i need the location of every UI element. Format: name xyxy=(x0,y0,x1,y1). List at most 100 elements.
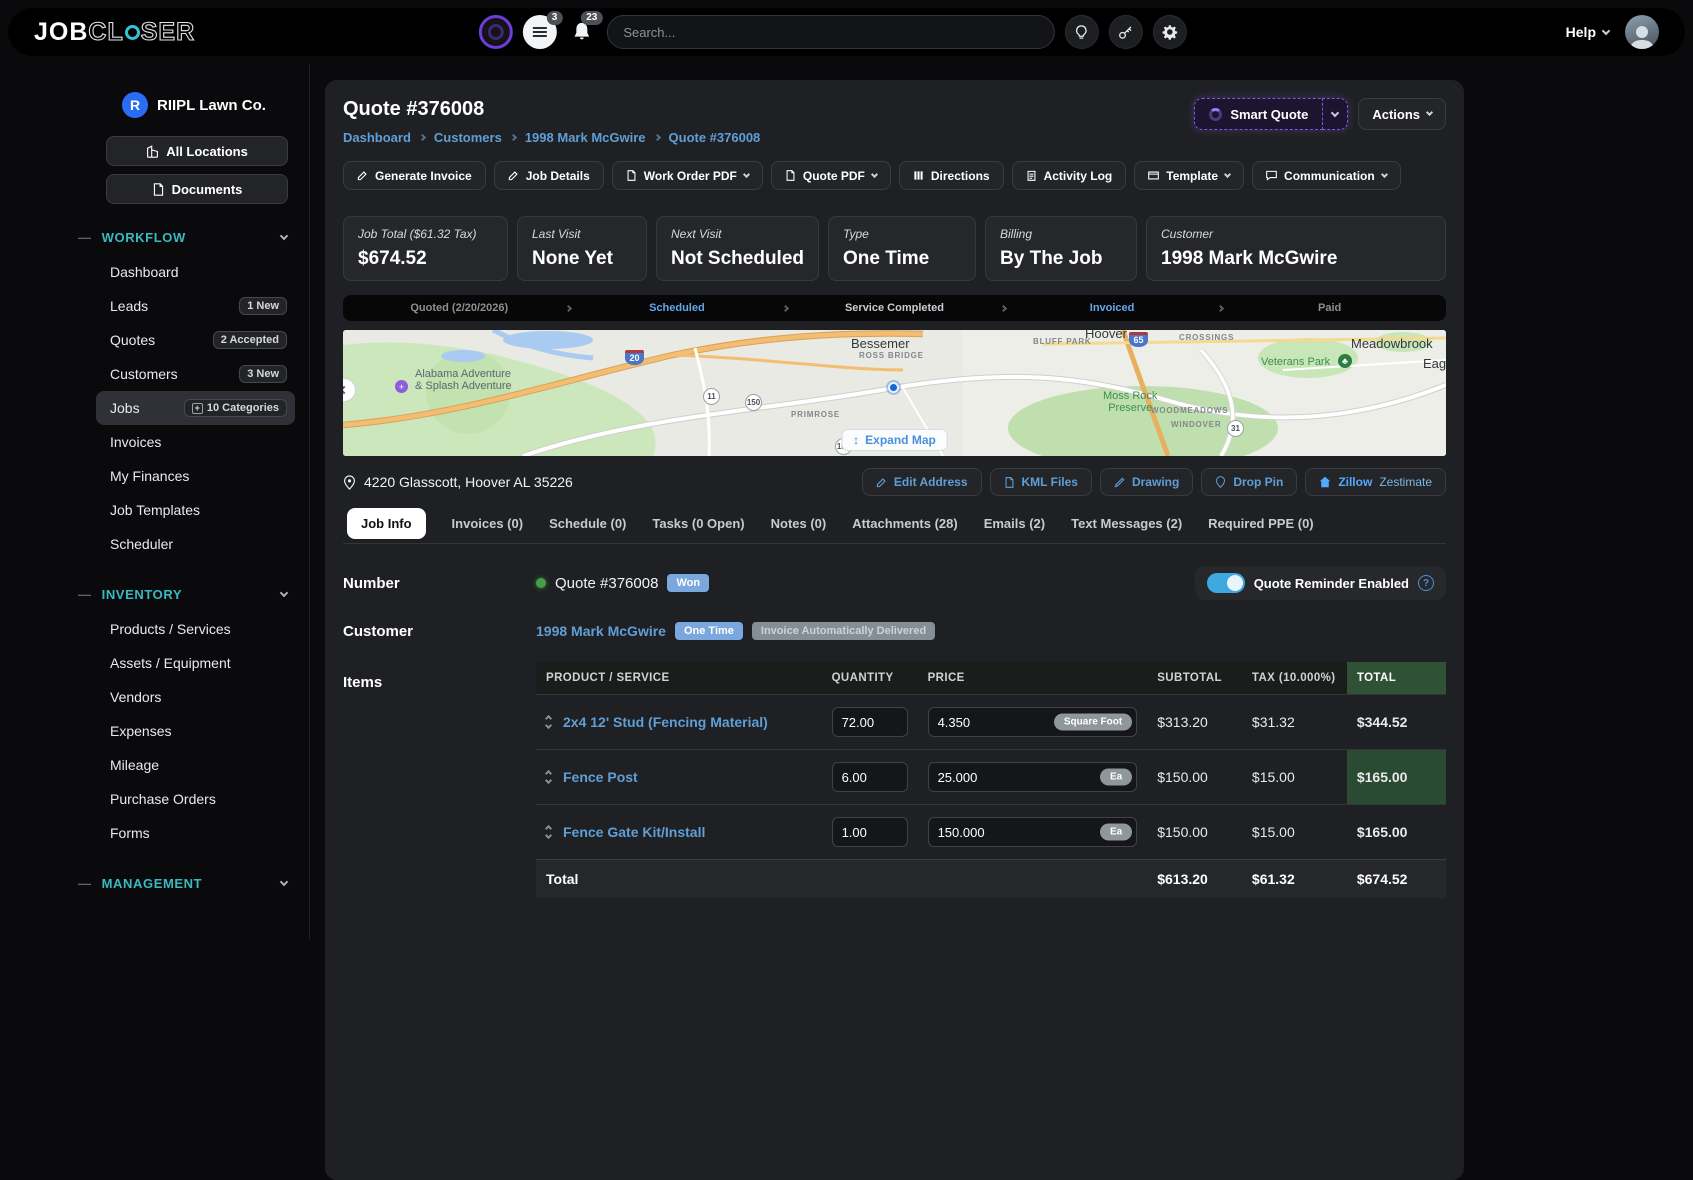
sidebar-item-my-finances[interactable]: My Finances xyxy=(96,459,295,493)
sidebar-item-products-services[interactable]: Products / Services xyxy=(96,612,295,646)
chevron-down-icon xyxy=(280,878,288,886)
sidebar-item-dashboard[interactable]: Dashboard xyxy=(96,255,295,289)
sidebar-item-quotes[interactable]: Quotes2 Accepted xyxy=(96,323,295,357)
sidebar-item-scheduler[interactable]: Scheduler xyxy=(96,527,295,561)
quote-reminder-label: Quote Reminder Enabled xyxy=(1254,576,1409,591)
breadcrumb-customer-name[interactable]: 1998 Mark McGwire xyxy=(525,130,646,145)
quotes-badge: 2 Accepted xyxy=(213,331,287,349)
edit-address-button[interactable]: Edit Address xyxy=(862,468,982,496)
pdf-icon xyxy=(626,170,637,181)
quote-pdf-button[interactable]: Quote PDF xyxy=(771,161,891,190)
all-locations-label: All Locations xyxy=(166,144,248,159)
help-circle-icon[interactable]: ? xyxy=(1418,575,1434,591)
breadcrumb-customers[interactable]: Customers xyxy=(434,130,502,145)
breadcrumb-quote[interactable]: Quote #376008 xyxy=(669,130,761,145)
section-inventory[interactable]: — INVENTORY xyxy=(96,587,295,602)
generate-invoice-button[interactable]: Generate Invoice xyxy=(343,161,486,190)
progress-step-scheduled[interactable]: Scheduled xyxy=(571,302,784,314)
sidebar-item-forms[interactable]: Forms xyxy=(96,816,295,850)
breadcrumb-dashboard[interactable]: Dashboard xyxy=(343,130,411,145)
sidebar-item-purchase-orders[interactable]: Purchase Orders xyxy=(96,782,295,816)
company-switcher[interactable]: R RIIPL Lawn Co. xyxy=(122,92,295,118)
activity-ring-icon[interactable] xyxy=(478,15,512,49)
section-management[interactable]: — MANAGEMENT xyxy=(96,876,295,891)
sidebar-item-mileage[interactable]: Mileage xyxy=(96,748,295,782)
section-workflow-label: WORKFLOW xyxy=(102,230,186,245)
sidebar-item-assets-equipment[interactable]: Assets / Equipment xyxy=(96,646,295,680)
tab-emails[interactable]: Emails (2) xyxy=(984,516,1045,531)
map[interactable]: Bessemer Hoover Meadowbrook BLUFF PARK R… xyxy=(343,330,1446,456)
drawing-button[interactable]: Drawing xyxy=(1100,468,1193,496)
tab-tasks[interactable]: Tasks (0 Open) xyxy=(652,516,744,531)
sidebar-item-leads[interactable]: Leads1 New xyxy=(96,289,295,323)
actions-button[interactable]: Actions xyxy=(1358,98,1446,130)
col-product: PRODUCT / SERVICE xyxy=(536,662,822,695)
search-input[interactable] xyxy=(606,15,1054,49)
sidebar-item-invoices[interactable]: Invoices xyxy=(96,425,295,459)
product-link[interactable]: 2x4 12' Stud (Fencing Material) xyxy=(563,714,768,730)
smart-quote-button[interactable]: Smart Quote xyxy=(1194,98,1322,130)
template-button[interactable]: Template xyxy=(1134,161,1244,190)
stat-label: Billing xyxy=(1000,227,1122,241)
communication-button[interactable]: Communication xyxy=(1252,161,1401,190)
user-avatar[interactable] xyxy=(1625,15,1659,49)
kml-files-button[interactable]: KML Files xyxy=(990,468,1092,496)
tree-icon: ♣ xyxy=(1338,354,1352,368)
tab-required-ppe[interactable]: Required PPE (0) xyxy=(1208,516,1313,531)
activity-log-button[interactable]: Activity Log xyxy=(1012,161,1127,190)
zillow-zestimate-button[interactable]: Zillow Zestimate xyxy=(1305,468,1446,496)
sidebar-item-jobs[interactable]: Jobs+10 Categories xyxy=(96,391,295,425)
tab-job-info[interactable]: Job Info xyxy=(347,508,426,539)
sidebar-item-customers[interactable]: Customers3 New xyxy=(96,357,295,391)
documents-button[interactable]: Documents xyxy=(106,174,288,204)
sidebar-item-job-templates[interactable]: Job Templates xyxy=(96,493,295,527)
tab-attachments[interactable]: Attachments (28) xyxy=(852,516,957,531)
work-order-pdf-button[interactable]: Work Order PDF xyxy=(612,161,763,190)
product-link[interactable]: Fence Post xyxy=(563,769,638,785)
section-workflow[interactable]: — WORKFLOW xyxy=(96,230,295,245)
progress-step-paid[interactable]: Paid xyxy=(1223,302,1436,314)
quantity-input[interactable] xyxy=(832,817,908,847)
directions-button[interactable]: Directions xyxy=(899,161,1004,190)
progress-step-invoiced[interactable]: Invoiced xyxy=(1006,302,1219,314)
help-menu[interactable]: Help xyxy=(1566,24,1609,40)
expand-map-button[interactable]: ↕ Expand Map xyxy=(841,429,948,451)
tab-notes[interactable]: Notes (0) xyxy=(771,516,827,531)
reorder-handle[interactable] xyxy=(546,826,551,838)
chevron-down-icon[interactable] xyxy=(545,777,552,784)
chevron-down-icon[interactable] xyxy=(545,832,552,839)
section-inventory-label: INVENTORY xyxy=(102,587,183,602)
progress-step-quoted[interactable]: Quoted (2/20/2026) xyxy=(353,302,566,314)
quantity-input[interactable] xyxy=(832,762,908,792)
map-marker-dot[interactable] xyxy=(888,382,899,393)
tab-invoices[interactable]: Invoices (0) xyxy=(452,516,524,531)
gear-icon[interactable] xyxy=(1152,15,1186,49)
product-link[interactable]: Fence Gate Kit/Install xyxy=(563,824,705,840)
drop-pin-button[interactable]: Drop Pin xyxy=(1201,468,1297,496)
stat-value: Not Scheduled xyxy=(671,248,804,270)
company-avatar: R xyxy=(122,92,148,118)
all-locations-button[interactable]: All Locations xyxy=(106,136,288,166)
key-icon[interactable] xyxy=(1108,15,1142,49)
lightbulb-icon[interactable] xyxy=(1064,15,1098,49)
unit-badge: Ea xyxy=(1100,823,1132,840)
reorder-handle[interactable] xyxy=(546,716,551,728)
section-dash-icon: — xyxy=(78,876,92,891)
queue-icon[interactable]: 3 xyxy=(522,15,556,49)
job-details-button[interactable]: Job Details xyxy=(494,161,604,190)
sidebar-item-vendors[interactable]: Vendors xyxy=(96,680,295,714)
reorder-handle[interactable] xyxy=(546,771,551,783)
section-management-label: MANAGEMENT xyxy=(102,876,203,891)
progress-step-service-completed[interactable]: Service Completed xyxy=(788,302,1001,314)
col-price: PRICE xyxy=(918,662,1148,695)
bell-icon[interactable]: 23 xyxy=(566,15,596,49)
quote-reminder-toggle[interactable] xyxy=(1207,573,1245,593)
chevron-down-icon[interactable] xyxy=(545,722,552,729)
sidebar-item-expenses[interactable]: Expenses xyxy=(96,714,295,748)
customer-link[interactable]: 1998 Mark McGwire xyxy=(536,623,666,639)
tab-text-messages[interactable]: Text Messages (2) xyxy=(1071,516,1182,531)
tab-schedule[interactable]: Schedule (0) xyxy=(549,516,626,531)
smart-quote-caret-button[interactable] xyxy=(1322,98,1348,130)
quantity-input[interactable] xyxy=(832,707,908,737)
app-logo[interactable]: JOBCLSER xyxy=(34,18,195,47)
